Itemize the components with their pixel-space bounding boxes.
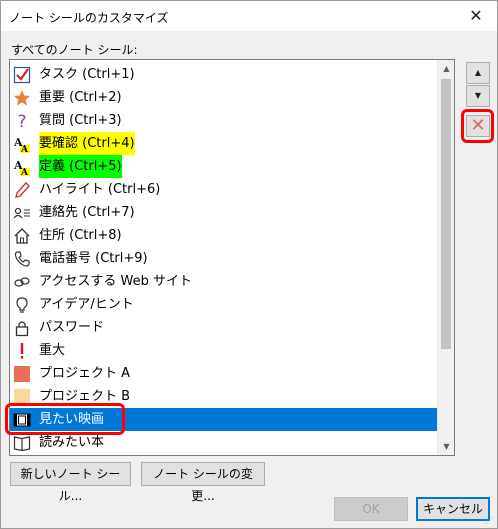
tag-list-item-label: ハイライト (Ctrl+6) — [39, 182, 161, 197]
list-scrollbar[interactable]: ▲ ▼ — [437, 60, 454, 455]
tag-list-item-label: アクセスする Web サイト — [39, 274, 192, 289]
pencil-icon — [13, 181, 31, 199]
tag-list-item-label: 要確認 (Ctrl+4) — [39, 132, 135, 155]
tag-list-item-label: タスク (Ctrl+1) — [39, 67, 135, 82]
phone-icon — [13, 250, 31, 268]
dialog-title: ノート シールのカスタマイズ — [9, 11, 169, 25]
star-icon — [13, 89, 31, 107]
tag-list-item-label: 定義 (Ctrl+5) — [39, 155, 122, 178]
contact-icon — [13, 204, 31, 222]
tags-list: タスク (Ctrl+1) 重要 (Ctrl+2)? 質問 (Ctrl+3) A A 要確認… — [10, 63, 438, 454]
checkbox-icon — [13, 66, 31, 84]
tag-list-item[interactable]: パスワード — [10, 316, 438, 339]
ok-button[interactable]: OK — [334, 497, 408, 521]
tag-list-item-label: 住所 (Ctrl+8) — [39, 228, 122, 243]
new-tag-button[interactable]: 新しいノート シール... — [10, 462, 131, 503]
tag-list-item-label: アイデア/ヒント — [39, 297, 134, 312]
tag-list-item-label: 質問 (Ctrl+3) — [39, 113, 122, 128]
svg-text:A: A — [20, 145, 29, 153]
lock-icon — [13, 319, 31, 337]
svg-text:A: A — [20, 168, 29, 176]
move-down-button[interactable]: ▼ — [466, 85, 490, 107]
tag-list-item-label: 重大 — [39, 343, 66, 358]
tag-list-item[interactable]: アイデア/ヒント — [10, 293, 438, 316]
book-icon — [13, 434, 31, 452]
house-icon — [13, 227, 31, 245]
delete-button-highlight — [461, 109, 494, 143]
tag-list-item[interactable]: アクセスする Web サイト — [10, 270, 438, 293]
selected-row-highlight — [5, 403, 125, 435]
scrollbar-thumb[interactable] — [441, 79, 451, 349]
customize-tags-dialog: ノート シールのカスタマイズ ✕ すべてのノート シール: タスク (Ctrl+… — [0, 0, 498, 529]
triangle-down-icon: ▼ — [474, 91, 482, 100]
tag-list-item[interactable]: 住所 (Ctrl+8) — [10, 224, 438, 247]
tag-list-item[interactable]: 重要 (Ctrl+2) — [10, 86, 438, 109]
highlight-a-icon: AA — [13, 135, 31, 155]
tag-list-item[interactable]: タスク (Ctrl+1) — [10, 63, 438, 86]
svg-text:?: ? — [17, 112, 26, 130]
exclamation-icon — [13, 342, 31, 360]
tag-list-item-label: パスワード — [39, 320, 105, 335]
close-icon[interactable]: ✕ — [465, 5, 487, 27]
all-tags-label: すべてのノート シール: — [11, 43, 138, 57]
tag-list-item[interactable]: ハイライト (Ctrl+6) — [10, 178, 438, 201]
tag-list-item[interactable]: プロジェクト A — [10, 362, 438, 385]
tag-list-item-label: プロジェクト A — [39, 366, 131, 381]
title-bar: ノート シールのカスタマイズ ✕ — [1, 1, 497, 31]
triangle-up-icon: ▲ — [474, 68, 482, 77]
modify-tag-button[interactable]: ノート シールの変更... — [141, 462, 265, 503]
tag-list-item[interactable]: ? 質問 (Ctrl+3) — [10, 109, 438, 132]
resize-grip-icon[interactable]: ⋰ — [485, 516, 495, 526]
highlight-a-icon: AA — [13, 158, 31, 178]
tags-listbox[interactable]: タスク (Ctrl+1) 重要 (Ctrl+2)? 質問 (Ctrl+3) A A 要確認… — [9, 59, 455, 456]
question-icon: ? — [13, 112, 31, 132]
tag-list-item-label: 連絡先 (Ctrl+7) — [39, 205, 135, 220]
scroll-up-arrow-icon[interactable]: ▲ — [438, 60, 454, 77]
link-icon — [13, 273, 31, 291]
cancel-button[interactable]: キャンセル — [416, 497, 490, 521]
lightbulb-icon — [13, 296, 31, 314]
move-up-button[interactable]: ▲ — [466, 62, 490, 84]
tag-list-item-label: 重要 (Ctrl+2) — [39, 90, 122, 105]
square-red-icon — [13, 365, 31, 383]
tag-list-item-label: 電話番号 (Ctrl+9) — [39, 251, 148, 266]
tag-list-item[interactable]: 重大 — [10, 339, 438, 362]
tag-list-item[interactable]: 連絡先 (Ctrl+7) — [10, 201, 438, 224]
tag-list-item[interactable]: A A 定義 (Ctrl+5) — [10, 155, 438, 178]
scroll-down-arrow-icon[interactable]: ▼ — [438, 438, 454, 455]
tag-list-item[interactable]: 電話番号 (Ctrl+9) — [10, 247, 438, 270]
tag-list-item[interactable]: A A 要確認 (Ctrl+4) — [10, 132, 438, 155]
